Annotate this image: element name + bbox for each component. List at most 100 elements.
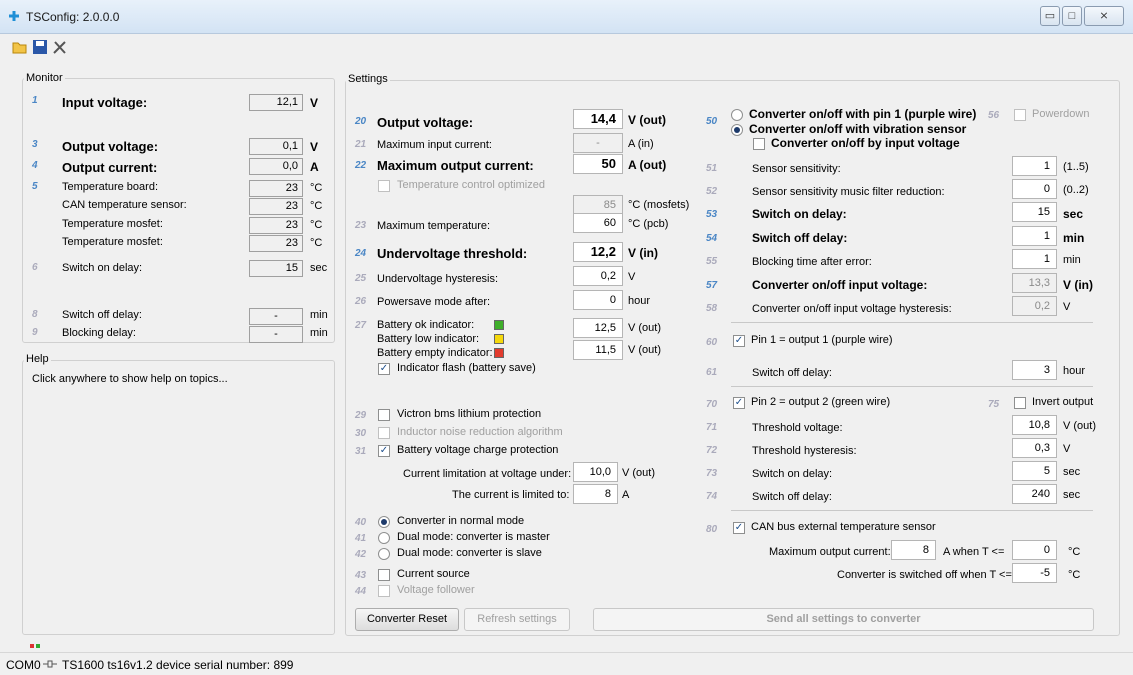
temp-control-checkbox[interactable]: [378, 180, 390, 192]
threshold-voltage-unit: V (out): [1063, 420, 1097, 432]
limit-current-input[interactable]: 8: [573, 484, 618, 504]
status-text: TS1600 ts16v1.2 device serial number: 89…: [62, 658, 294, 672]
send-settings-button[interactable]: Send all settings to converter: [593, 608, 1094, 631]
can-max-current-input[interactable]: 8: [891, 540, 936, 560]
limit-voltage-input[interactable]: 10,0: [573, 462, 618, 482]
battery-ok-input[interactable]: 12,5: [573, 318, 623, 338]
num-29: 29: [355, 410, 367, 421]
app-icon: [9, 11, 19, 21]
blocking-delay-value: -: [249, 326, 303, 343]
music-filter-input[interactable]: 0: [1012, 179, 1057, 199]
can-max-temp-input[interactable]: 0: [1012, 540, 1057, 560]
max-output-current-unit: A (out): [628, 158, 667, 172]
can-temp-sensor-label: CAN bus external temperature sensor: [751, 521, 936, 533]
converter-reset-button[interactable]: Converter Reset: [355, 608, 459, 631]
num-22: 22: [355, 160, 367, 171]
slave-mode-radio[interactable]: [378, 548, 390, 560]
input-voltage-unit: V: [310, 96, 319, 110]
blocking-time-input[interactable]: 1: [1012, 249, 1057, 269]
master-mode-radio[interactable]: [378, 532, 390, 544]
powersave-input[interactable]: 0: [573, 290, 623, 310]
temp-board-unit: °C: [310, 182, 323, 194]
onoff-input-voltage-unit: V (in): [1063, 278, 1093, 292]
max-output-current-input[interactable]: 50: [573, 154, 623, 174]
voltage-follower-checkbox[interactable]: [378, 585, 390, 597]
pin2-output-checkbox[interactable]: ✓: [733, 397, 745, 409]
num-30: 30: [355, 428, 367, 439]
num-21: 21: [355, 139, 367, 150]
output-current-label: Output current:: [62, 160, 158, 175]
powerdown-checkbox[interactable]: [1014, 109, 1026, 121]
refresh-settings-button[interactable]: Refresh settings: [464, 608, 570, 631]
tools-icon[interactable]: [51, 38, 69, 56]
input-voltage-onoff-checkbox[interactable]: [753, 138, 765, 150]
current-source-checkbox[interactable]: [378, 569, 390, 581]
output-voltage-value: 0,1: [249, 138, 303, 155]
undervoltage-hysteresis-input[interactable]: 0,2: [573, 266, 623, 286]
temp-board-label: Temperature board:: [62, 181, 158, 193]
help-group[interactable]: [22, 360, 335, 635]
vibration-onoff-label: Converter on/off with vibration sensor: [749, 122, 967, 136]
num-71: 71: [706, 422, 718, 433]
vibration-onoff-radio[interactable]: [731, 124, 743, 136]
switch-off-delay-setting-unit: min: [1063, 231, 1085, 245]
can-temp-sensor-checkbox[interactable]: ✓: [733, 522, 745, 534]
blocking-time-unit: min: [1063, 254, 1081, 266]
close-button[interactable]: ⨯: [1084, 6, 1124, 26]
sensor-sensitivity-input[interactable]: 1: [1012, 156, 1057, 176]
num-54: 54: [706, 233, 718, 244]
invert-output-checkbox[interactable]: [1014, 397, 1026, 409]
limit-current-label: The current is limited to:: [452, 489, 570, 501]
indicator-flash-checkbox[interactable]: ✓: [378, 363, 390, 375]
undervoltage-hysteresis-label: Undervoltage hysteresis:: [377, 273, 499, 285]
num-75: 75: [988, 399, 1000, 410]
pin1-switch-off-input[interactable]: 3: [1012, 360, 1057, 380]
threshold-voltage-label: Threshold voltage:: [752, 422, 843, 434]
onoff-hysteresis-input[interactable]: 0,2: [1012, 296, 1057, 316]
switch-off-delay-input[interactable]: 1: [1012, 226, 1057, 246]
max-input-current-input[interactable]: -: [573, 133, 623, 153]
pin2-switch-off-input[interactable]: 240: [1012, 484, 1057, 504]
threshold-voltage-input[interactable]: 10,8: [1012, 415, 1057, 435]
charge-protection-checkbox[interactable]: ✓: [378, 445, 390, 457]
num-53: 53: [706, 209, 718, 220]
title-bar: TSConfig: 2.0.0.0 ▭ □ ⨯: [0, 0, 1133, 34]
input-voltage-onoff-label: Converter on/off by input voltage: [771, 136, 960, 150]
divider: [731, 322, 1093, 323]
output-voltage-input[interactable]: 14,4: [573, 109, 623, 129]
normal-mode-radio[interactable]: [378, 516, 390, 528]
inductor-noise-checkbox[interactable]: [378, 427, 390, 439]
max-temp-input[interactable]: 60: [573, 213, 623, 233]
mosfet-temp-input[interactable]: 85: [573, 195, 623, 215]
num-73: 73: [706, 468, 718, 479]
pin2-switch-on-unit: sec: [1063, 466, 1081, 478]
minimize-button[interactable]: ▭: [1040, 6, 1060, 26]
window-title: TSConfig: 2.0.0.0: [26, 10, 120, 24]
open-folder-icon[interactable]: [11, 38, 29, 56]
indicator-flash-label: Indicator flash (battery save): [397, 362, 536, 374]
maximize-button[interactable]: □: [1062, 6, 1082, 26]
onoff-input-voltage-input[interactable]: 13,3: [1012, 273, 1057, 293]
can-off-label: Converter is switched off when T <=: [837, 569, 1012, 581]
limit-voltage-unit: V (out): [622, 467, 656, 479]
limit-current-unit: A: [622, 489, 630, 501]
max-input-current-unit: A (in): [628, 138, 654, 150]
pin1-output-checkbox[interactable]: ✓: [733, 335, 745, 347]
pin2-switch-on-input[interactable]: 5: [1012, 461, 1057, 481]
battery-low-input[interactable]: 11,5: [573, 340, 623, 360]
blocking-delay-unit: min: [310, 327, 328, 339]
battery-low-unit: V (out): [628, 344, 662, 356]
can-off-temp-input[interactable]: -5: [1012, 563, 1057, 583]
pin1-onoff-radio[interactable]: [731, 109, 743, 121]
monitor-num-3: 3: [32, 139, 38, 150]
blocking-time-label: Blocking time after error:: [752, 256, 872, 268]
switch-on-delay-input[interactable]: 15: [1012, 202, 1057, 222]
victron-checkbox[interactable]: [378, 409, 390, 421]
invert-output-label: Invert output: [1032, 396, 1094, 408]
threshold-hysteresis-input[interactable]: 0,3: [1012, 438, 1057, 458]
save-icon[interactable]: [31, 38, 49, 56]
num-23: 23: [355, 220, 367, 231]
undervoltage-threshold-input[interactable]: 12,2: [573, 242, 623, 262]
can-max-temp-unit: °C: [1068, 546, 1081, 558]
temp-mosfet1-value: 23: [249, 217, 303, 234]
